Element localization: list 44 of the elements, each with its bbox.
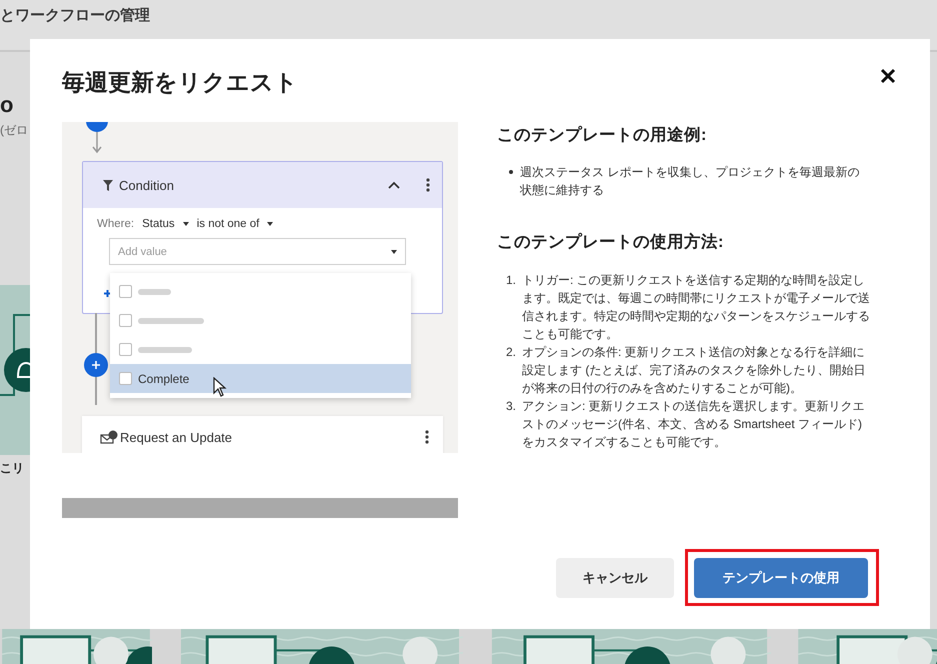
caret-down-icon [267, 222, 274, 226]
close-button[interactable] [880, 68, 896, 84]
list-number: 2. [506, 344, 518, 361]
field-dropdown[interactable]: Status [142, 218, 175, 230]
list-text: 週次ステータス レポートを収集し、プロジェクトを毎週最新の状態に維持する [520, 164, 860, 199]
page-title: とワークフローの管理 [0, 6, 150, 25]
list-text: アクション: 更新リクエストの送信先を選択します。更新リクエストのメッセージ(件名、本文、含める Smartsheet フィールド) をカスタマイズすることも可能です。 [522, 398, 866, 451]
caret-down-icon [182, 222, 189, 226]
section-heading: このテンプレートの使用方法: [497, 232, 724, 253]
cancel-button[interactable]: キャンセル [556, 558, 674, 598]
envelope-icon [100, 430, 118, 444]
page-subtitle: (ゼロ [0, 122, 28, 139]
menu-option[interactable]: Complete [110, 364, 411, 393]
condition-title: Condition [119, 178, 175, 192]
add-step-button[interactable] [84, 353, 108, 377]
operator-dropdown[interactable]: is not one of [196, 218, 260, 230]
checkbox[interactable] [119, 343, 132, 356]
placeholder-bar [138, 288, 171, 294]
more-icon[interactable] [426, 178, 430, 192]
list-number: 3. [506, 398, 518, 415]
close-icon [880, 68, 896, 84]
placeholder-bar [138, 318, 204, 324]
arrow-icon [92, 132, 102, 154]
placeholder-bar [138, 346, 192, 352]
plus-icon [92, 361, 100, 369]
plus-icon [104, 290, 111, 297]
caret-down-icon [391, 250, 397, 254]
bullet-icon [509, 170, 513, 174]
caret-up-icon[interactable] [388, 181, 400, 189]
section-heading: このテンプレートの用途例: [497, 124, 708, 146]
dialog-title: 毎週更新をリクエスト [62, 68, 298, 97]
list-text: トリガー: この更新リクエストを送信する定期的な時間を設定します。既定では、毎週この時間帯にリクエストが電子メールで送信されます。特定の時間や定期的なパターンをスケジュールすることも可能です。 [522, 272, 870, 343]
use-template-button[interactable]: テンプレートの使用 [694, 558, 868, 598]
more-icon[interactable] [425, 430, 429, 444]
list-number: 1. [506, 272, 518, 289]
list-text: オプションの条件: 更新リクエスト送信の対象となる行を詳細に設定します (たとえば、完了済みのタスクを除外したり、開始日が将来の日付の行のみを含めたりすることが可能)。 [522, 344, 866, 397]
checkbox[interactable] [119, 372, 132, 385]
page-heading: o [0, 92, 14, 118]
action-title: Request an Update [120, 430, 234, 444]
checkbox[interactable] [119, 285, 132, 298]
where-label: Where: [97, 218, 134, 230]
card-title: こリ [0, 460, 24, 477]
checkbox[interactable] [119, 314, 132, 327]
funnel-icon [103, 179, 113, 191]
